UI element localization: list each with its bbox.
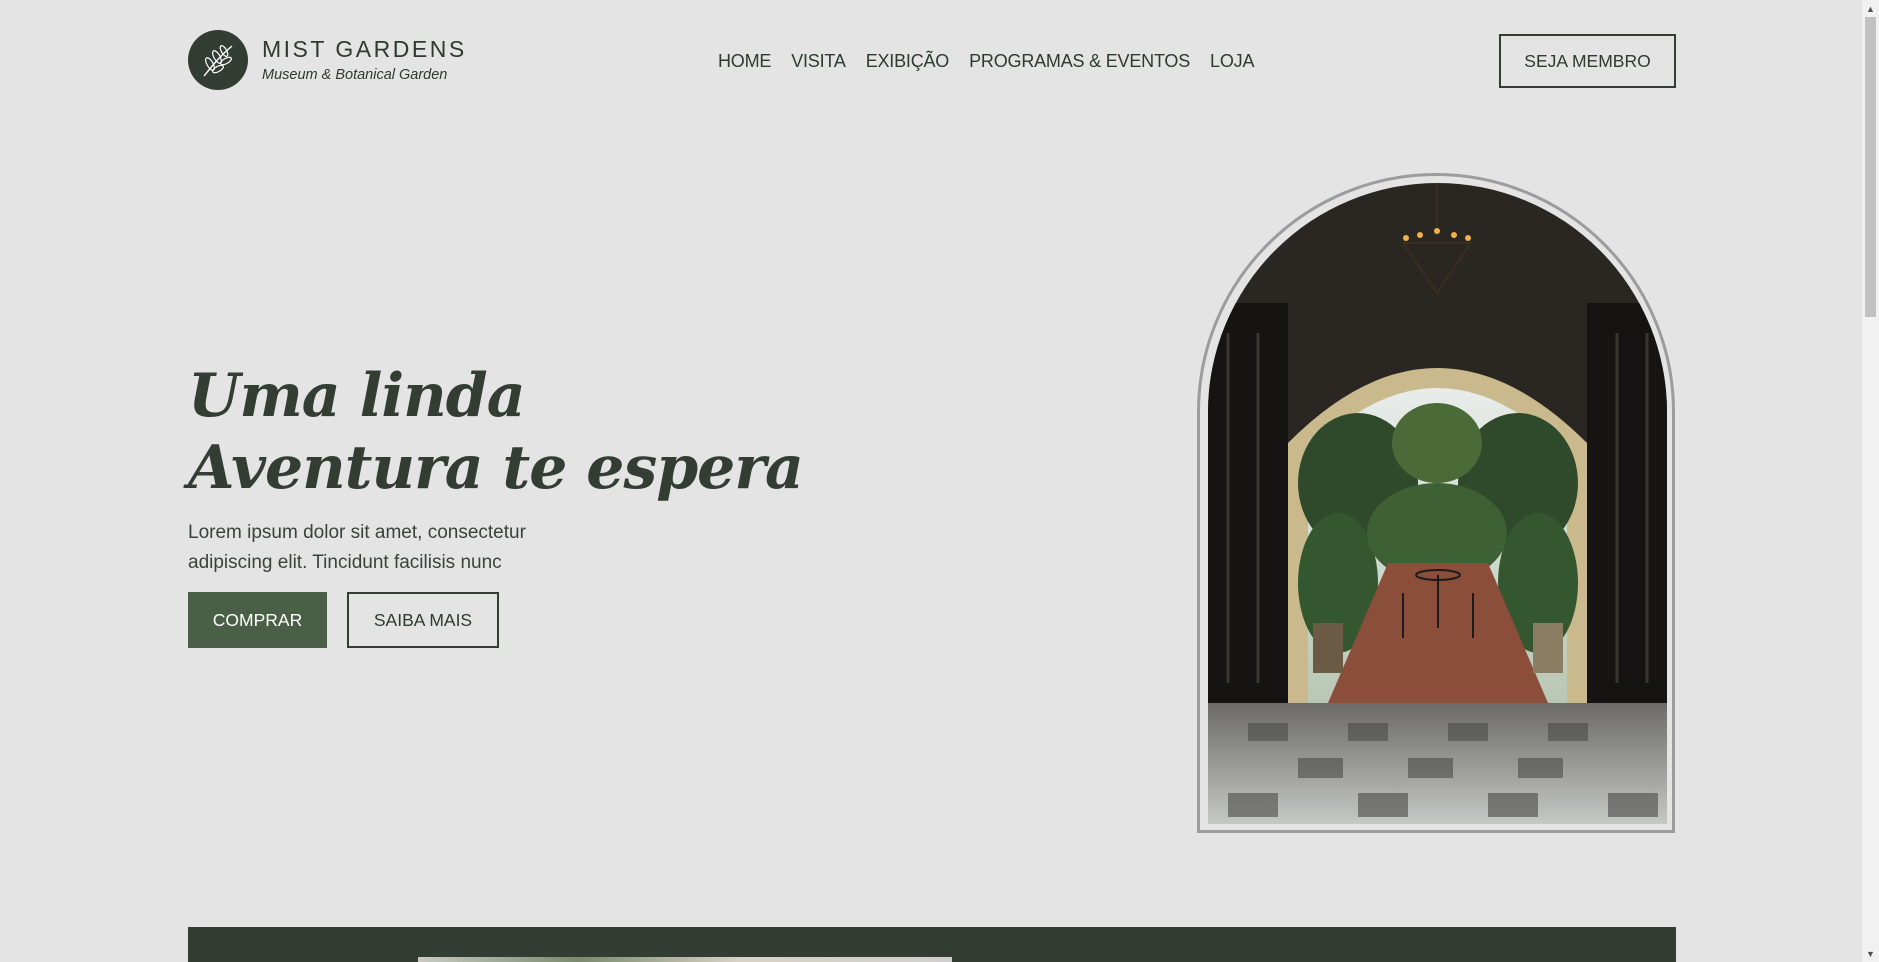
page: MIST GARDENS Museum & Botanical Garden H… bbox=[0, 0, 1879, 962]
member-button[interactable]: SEJA MEMBRO bbox=[1499, 34, 1676, 88]
hero-image bbox=[1208, 183, 1667, 824]
hero-title-line2: Aventura te espera bbox=[188, 433, 804, 503]
learn-more-button[interactable]: SAIBA MAIS bbox=[347, 592, 499, 648]
scroll-thumb[interactable] bbox=[1865, 17, 1876, 317]
hero-title: Uma linda Aventura te espera bbox=[188, 360, 804, 504]
leaf-branch-icon bbox=[188, 30, 248, 90]
next-section-image bbox=[418, 957, 952, 962]
brand-logo[interactable]: MIST GARDENS Museum & Botanical Garden bbox=[188, 30, 467, 90]
hero-description: Lorem ipsum dolor sit amet, consectetur … bbox=[188, 522, 526, 573]
hero-title-line1: Uma linda bbox=[188, 361, 526, 431]
brand-name: MIST GARDENS bbox=[262, 36, 467, 63]
nav-loja[interactable]: LOJA bbox=[1210, 51, 1254, 72]
nav-home[interactable]: HOME bbox=[718, 51, 771, 72]
page-scrollbar[interactable]: ▲ ▼ bbox=[1862, 0, 1879, 962]
nav-programas-eventos[interactable]: PROGRAMAS & EVENTOS bbox=[969, 51, 1190, 72]
scroll-down-icon[interactable]: ▼ bbox=[1862, 945, 1879, 962]
brand-subtitle: Museum & Botanical Garden bbox=[262, 66, 448, 83]
buy-button[interactable]: COMPRAR bbox=[188, 592, 327, 648]
scroll-up-icon[interactable]: ▲ bbox=[1862, 0, 1879, 17]
nav-exibicao[interactable]: EXIBIÇÃO bbox=[866, 51, 950, 72]
nav-visita[interactable]: VISITA bbox=[791, 51, 846, 72]
main-nav: HOME VISITA EXIBIÇÃO PROGRAMAS & EVENTOS… bbox=[718, 51, 1274, 72]
